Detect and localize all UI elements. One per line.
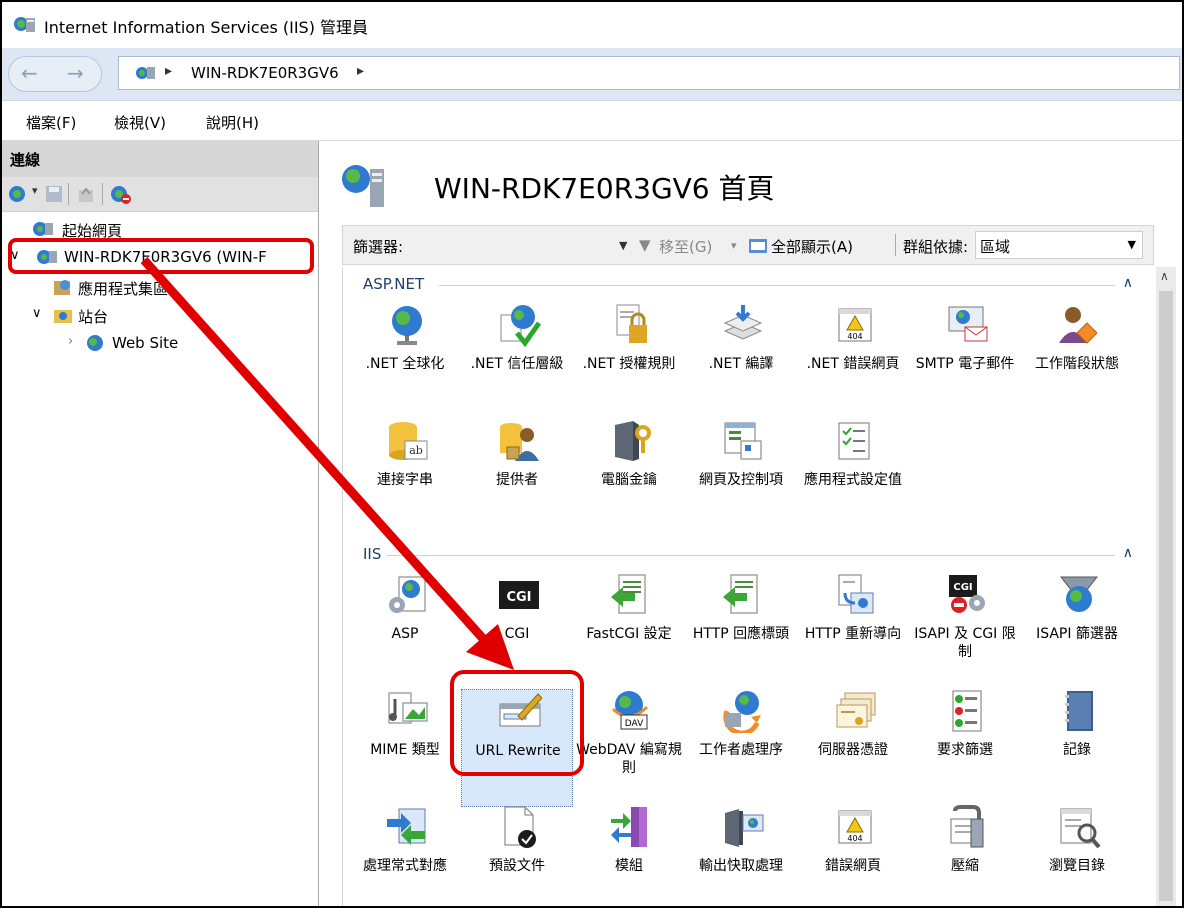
iis-manager-window: Internet Information Services (IIS) 管理員 … [0, 0, 1184, 908]
red-arrow-annotation [140, 256, 514, 670]
arrow-shaft [140, 256, 490, 646]
